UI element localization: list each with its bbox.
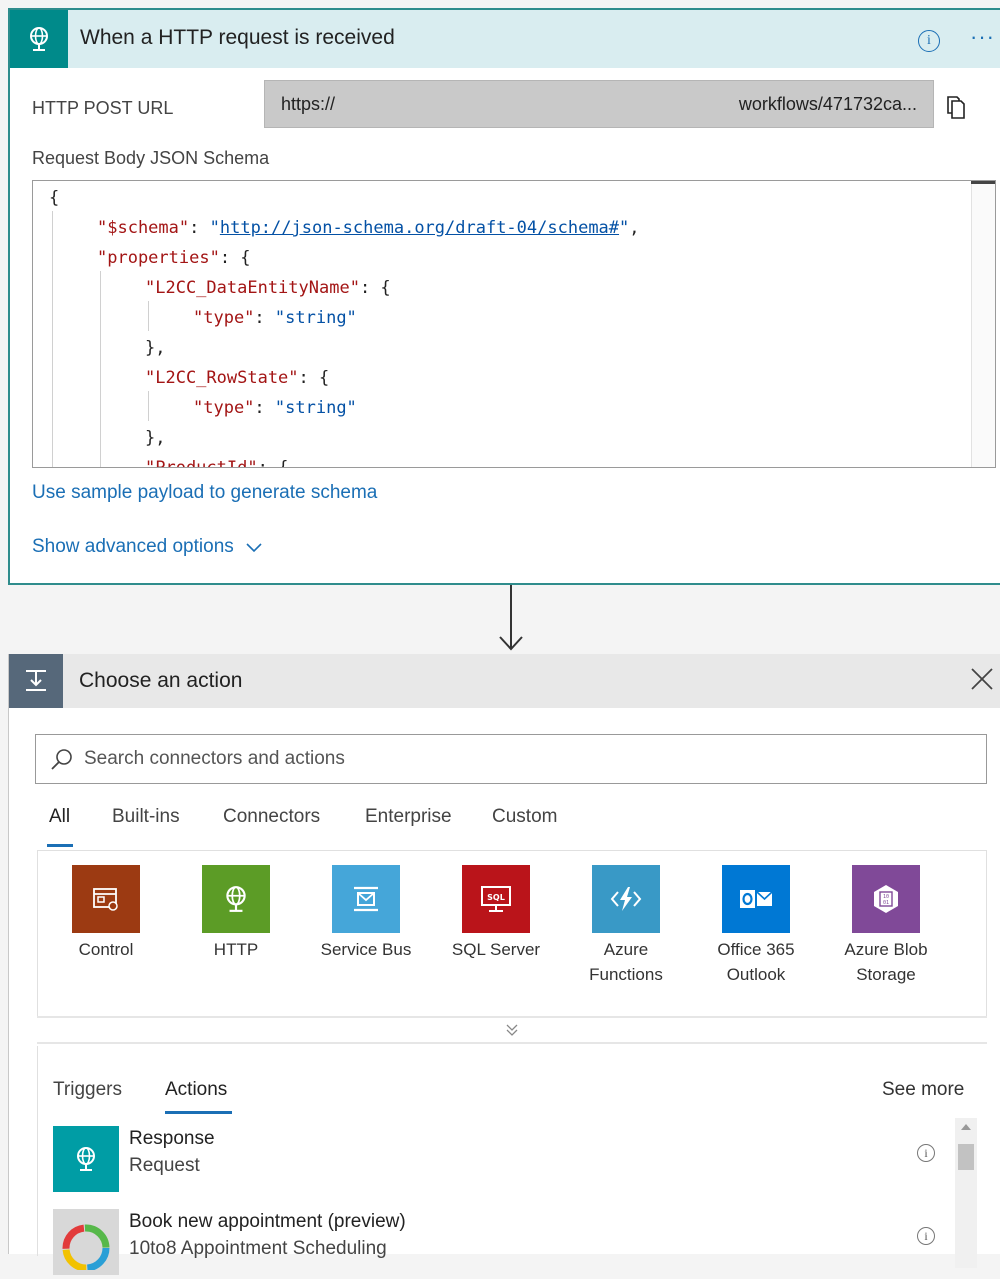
code-line: },: [145, 428, 166, 448]
list-item-subtitle: 10to8 Appointment Scheduling: [129, 1238, 387, 1259]
code-line: {: [49, 188, 60, 208]
subtab-actions[interactable]: Actions: [165, 1079, 227, 1101]
indent-guide: [148, 391, 149, 421]
copy-icon[interactable]: [944, 94, 968, 125]
connector-control[interactable]: Control: [46, 865, 166, 962]
editor-scrollbar[interactable]: [971, 181, 995, 467]
editor-scrollbar-thumb[interactable]: [971, 181, 995, 184]
action-picker-header: Choose an action: [9, 654, 1000, 708]
control-icon: [72, 865, 140, 933]
search-icon: [50, 748, 74, 777]
connector-label: Control: [78, 940, 134, 959]
scroll-up-icon[interactable]: [961, 1124, 971, 1130]
expand-connectors-bar[interactable]: [37, 1016, 987, 1044]
globe-icon: [10, 10, 68, 68]
tab-active-indicator: [47, 844, 73, 847]
subtab-triggers[interactable]: Triggers: [53, 1079, 122, 1101]
code-line: "type": "string": [193, 398, 357, 418]
info-icon[interactable]: i: [917, 1144, 935, 1162]
info-icon[interactable]: i: [918, 30, 940, 52]
connectors-panel: Control HTTP Service Bus SQL SQL Server: [37, 850, 987, 1016]
subtab-active-indicator: [165, 1111, 232, 1114]
indent-guide: [52, 211, 53, 467]
globe-icon: [53, 1126, 119, 1192]
list-item-subtitle: Request: [129, 1155, 200, 1176]
info-icon[interactable]: i: [917, 1227, 935, 1245]
service-bus-icon: [332, 865, 400, 933]
lightning-icon: [592, 865, 660, 933]
list-item[interactable]: Book new appointment (preview) 10to8 App…: [53, 1209, 943, 1279]
action-step-icon: [9, 654, 63, 708]
search-input[interactable]: [84, 737, 964, 781]
connector-http[interactable]: HTTP: [176, 865, 296, 962]
schema-url-link[interactable]: http://json-schema.org/draft-04/schema#: [220, 218, 619, 238]
ring-icon: [53, 1209, 119, 1275]
close-icon[interactable]: [969, 666, 995, 697]
http-post-url-field[interactable]: https:// workflows/471732ca...: [264, 80, 934, 128]
code-line: "type": "string": [193, 308, 357, 328]
blob-icon: 10 01: [852, 865, 920, 933]
trigger-card: When a HTTP request is received i ··· HT…: [8, 8, 1000, 585]
http-post-url-label: HTTP POST URL: [32, 98, 174, 118]
see-more-link[interactable]: See more: [882, 1079, 964, 1101]
tab-enterprise[interactable]: Enterprise: [365, 806, 452, 828]
code-line: "L2CC_RowState": {: [145, 368, 330, 388]
url-end: workflows/471732ca...: [738, 94, 917, 114]
code-line: "properties": {: [97, 248, 251, 268]
code-line: "$schema": "http://json-schema.org/draft…: [97, 218, 640, 238]
list-scrollbar[interactable]: [955, 1118, 977, 1268]
connector-label: HTTP: [213, 940, 259, 959]
list-item[interactable]: Response Request i: [53, 1126, 943, 1196]
advanced-options-link[interactable]: Show advanced options: [32, 536, 263, 558]
list-item-title: Book new appointment (preview): [129, 1211, 406, 1232]
globe-icon: [202, 865, 270, 933]
tab-custom[interactable]: Custom: [492, 806, 557, 828]
code-line: "L2CC_DataEntityName": {: [145, 278, 391, 298]
double-chevron-down-icon: [506, 1024, 518, 1036]
more-options-icon[interactable]: ···: [970, 24, 995, 50]
connector-label: Office 365 Outlook: [717, 940, 795, 984]
chevron-down-icon: [246, 543, 262, 553]
tab-connectors[interactable]: Connectors: [223, 806, 320, 828]
down-arrow-icon: [490, 585, 532, 660]
connector-label: Azure Functions: [589, 940, 663, 984]
svg-text:01: 01: [883, 900, 889, 906]
code-line: },: [145, 338, 166, 358]
code-line: "ProductId": {: [145, 458, 289, 468]
connector-azure-functions[interactable]: Azure Functions: [566, 865, 686, 987]
sample-payload-link[interactable]: Use sample payload to generate schema: [32, 482, 377, 504]
trigger-header[interactable]: When a HTTP request is received i ···: [10, 10, 1000, 68]
url-start: https://: [281, 94, 336, 114]
svg-text:SQL: SQL: [487, 893, 505, 902]
connector-label: Service Bus: [320, 940, 412, 959]
indent-guide: [148, 301, 149, 331]
sql-icon: SQL: [462, 865, 530, 933]
search-box[interactable]: [35, 734, 987, 784]
action-picker-title: Choose an action: [79, 669, 243, 692]
action-picker-card: Choose an action All Built-ins Connector…: [8, 654, 1000, 1275]
list-item-title: Response: [129, 1128, 215, 1149]
list-scrollbar-thumb[interactable]: [958, 1144, 974, 1170]
connector-azure-blob-storage[interactable]: 10 01 Azure Blob Storage: [826, 865, 946, 987]
outlook-icon: [722, 865, 790, 933]
connector-label: Azure Blob Storage: [844, 940, 928, 984]
tab-built-ins[interactable]: Built-ins: [112, 806, 180, 828]
connector-label: SQL Server: [451, 940, 541, 959]
advanced-options-label: Show advanced options: [32, 536, 234, 557]
tab-all[interactable]: All: [49, 806, 70, 828]
connector-office-365-outlook[interactable]: Office 365 Outlook: [696, 865, 816, 987]
connector-sql-server[interactable]: SQL SQL Server: [436, 865, 556, 962]
schema-editor[interactable]: { "$schema": "http://json-schema.org/dra…: [32, 180, 996, 468]
indent-guide: [100, 271, 101, 467]
trigger-title: When a HTTP request is received: [80, 26, 395, 49]
connector-service-bus[interactable]: Service Bus: [306, 865, 426, 962]
schema-label: Request Body JSON Schema: [32, 148, 270, 168]
